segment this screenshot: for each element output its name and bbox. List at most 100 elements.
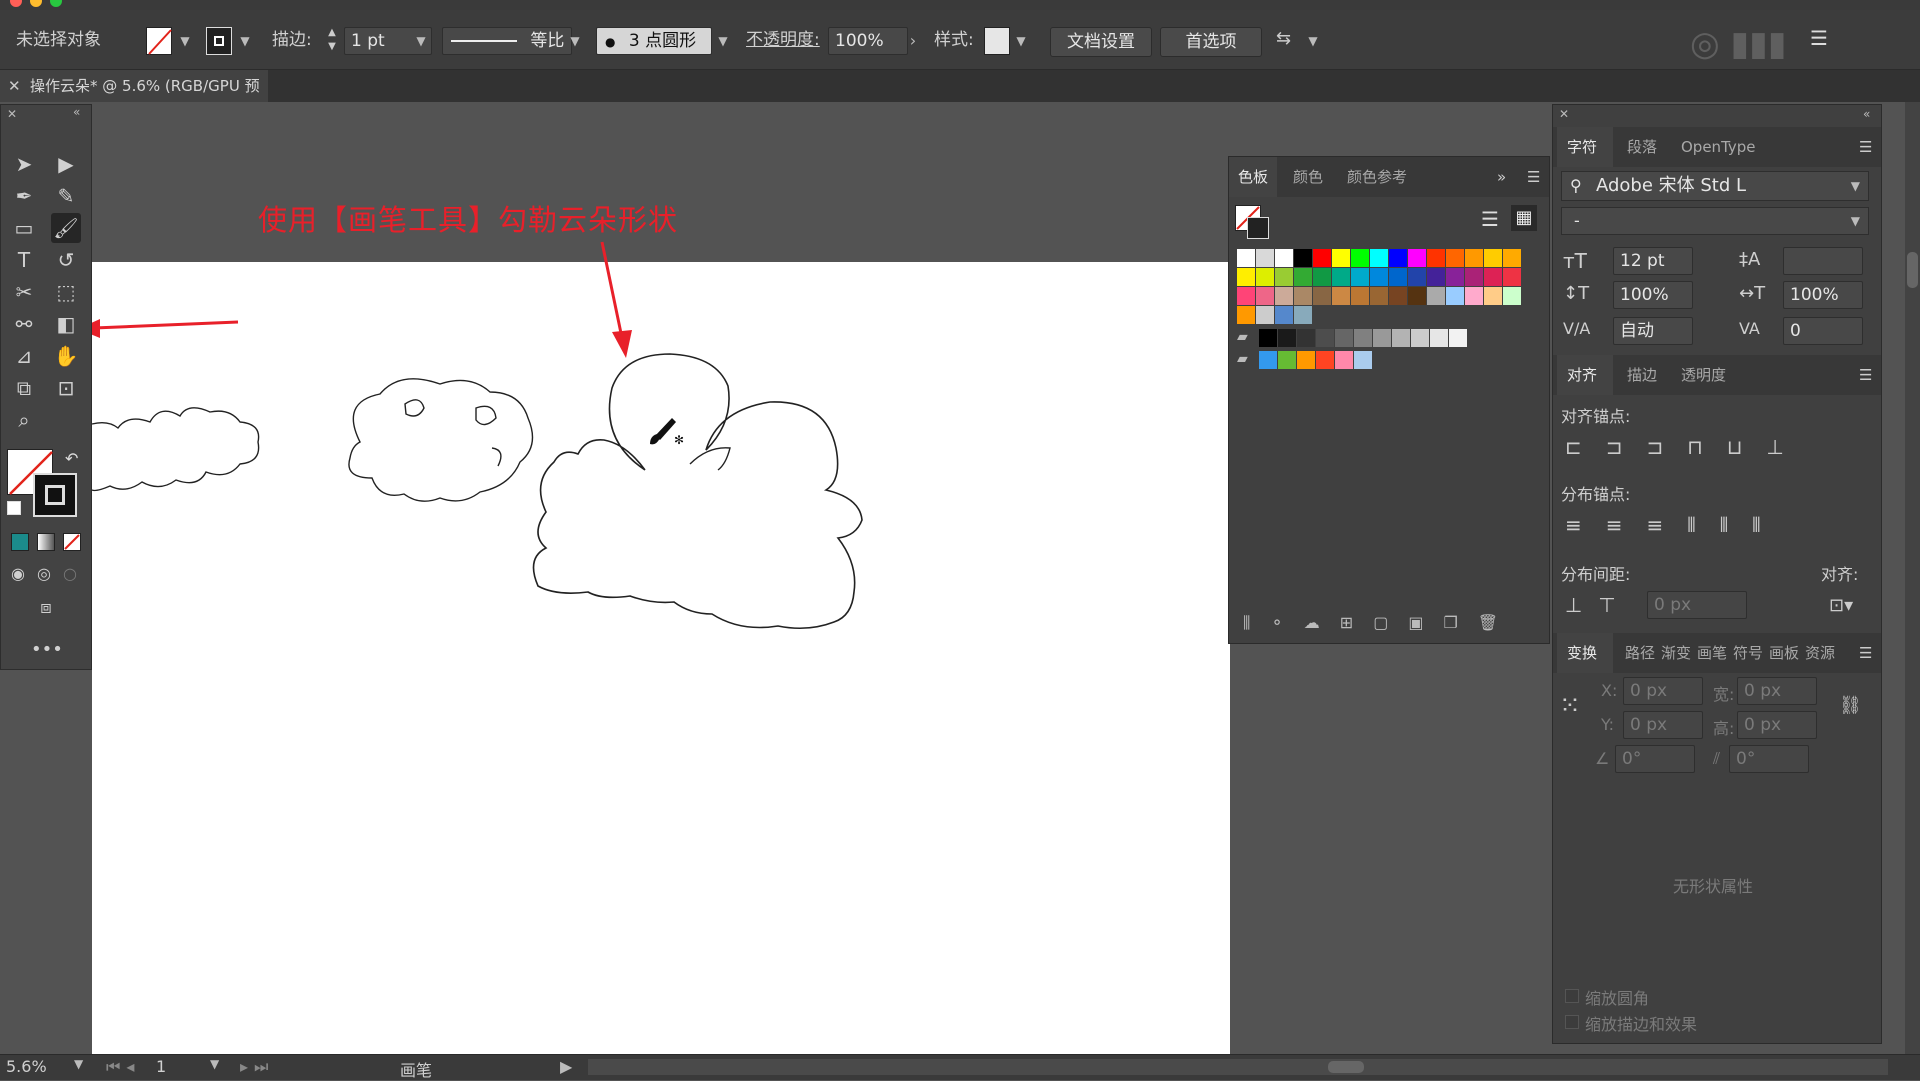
swatch[interactable] bbox=[1503, 249, 1521, 267]
swatch[interactable] bbox=[1294, 287, 1312, 305]
shear-input[interactable]: 0° bbox=[1729, 745, 1809, 773]
delete-swatch-icon[interactable]: 🗑 bbox=[1478, 613, 1518, 632]
tab-paragraph[interactable]: 段落 bbox=[1627, 127, 1657, 167]
swatch[interactable] bbox=[1389, 268, 1407, 286]
tab-color-guide[interactable]: 颜色参考 bbox=[1347, 157, 1407, 197]
align-vcenter-icon[interactable]: ⊔ bbox=[1727, 435, 1767, 459]
kerning-input[interactable]: 自动 bbox=[1613, 317, 1693, 345]
opacity-chevron-right-icon[interactable]: › bbox=[904, 27, 922, 55]
swatch[interactable] bbox=[1275, 306, 1293, 324]
swatch[interactable] bbox=[1427, 249, 1445, 267]
swatch[interactable] bbox=[1275, 249, 1293, 267]
swatch[interactable] bbox=[1294, 249, 1312, 267]
swatch-options-icon[interactable]: ⊞ bbox=[1340, 613, 1373, 632]
swatch[interactable] bbox=[1446, 249, 1464, 267]
list-view-icon[interactable]: ☰ bbox=[1481, 207, 1499, 231]
first-prev-artboard-icon[interactable]: ⏮◂ bbox=[106, 1057, 140, 1077]
eyedropper-tool-icon[interactable]: ⊿ bbox=[9, 341, 39, 371]
curvature-tool-icon[interactable]: ✎ bbox=[51, 181, 81, 211]
align-top-icon[interactable]: ⊓ bbox=[1687, 435, 1727, 459]
show-kinds-icon[interactable]: ⚬ bbox=[1270, 613, 1303, 632]
swatch[interactable] bbox=[1446, 268, 1464, 286]
horizontal-scale-input[interactable]: 100% bbox=[1783, 281, 1863, 309]
swatch[interactable] bbox=[1313, 287, 1331, 305]
document-setup-button[interactable]: 文档设置 bbox=[1050, 27, 1152, 57]
stroke-stepper-icon[interactable]: ▲ ▼ bbox=[324, 26, 340, 56]
swatch[interactable] bbox=[1332, 287, 1350, 305]
panel-menu-icon[interactable]: ☰ bbox=[1859, 355, 1872, 395]
swatch[interactable] bbox=[1389, 249, 1407, 267]
constrain-proportions-icon[interactable]: ⛓ bbox=[1839, 695, 1862, 716]
color-mode-icon[interactable] bbox=[11, 533, 29, 551]
swatch[interactable] bbox=[1256, 287, 1274, 305]
stroke-indicator[interactable] bbox=[33, 473, 77, 517]
swatch[interactable] bbox=[1278, 351, 1296, 369]
swatch[interactable] bbox=[1351, 268, 1369, 286]
draw-inside-icon[interactable]: ○ bbox=[55, 559, 85, 589]
zoom-level[interactable]: 5.6% bbox=[6, 1057, 47, 1076]
swatch[interactable] bbox=[1316, 351, 1334, 369]
stroke-dropdown-icon[interactable]: ▼ bbox=[236, 27, 254, 55]
distribute-hcenter-icon[interactable]: ⫴ bbox=[1720, 513, 1752, 537]
default-colors-icon[interactable] bbox=[7, 501, 21, 515]
expand-panel-icon[interactable]: » bbox=[1497, 157, 1506, 197]
swatch[interactable] bbox=[1237, 287, 1255, 305]
stroke-swatch-indicator[interactable] bbox=[1247, 217, 1269, 239]
swatch[interactable] bbox=[1351, 249, 1369, 267]
swatch[interactable] bbox=[1256, 249, 1274, 267]
swatch[interactable] bbox=[1294, 306, 1312, 324]
close-tab-icon[interactable]: ✕ bbox=[8, 70, 21, 102]
swatch[interactable] bbox=[1389, 287, 1407, 305]
none-mode-icon[interactable] bbox=[63, 533, 81, 551]
artboard-dropdown-icon[interactable]: ▼ bbox=[210, 1057, 219, 1071]
horizontal-spacing-icon[interactable]: ⊤ bbox=[1598, 593, 1631, 617]
scrollbar-thumb[interactable] bbox=[1328, 1061, 1364, 1073]
artboard-tool-icon[interactable]: ⊡ bbox=[51, 373, 81, 403]
swatch[interactable] bbox=[1484, 249, 1502, 267]
swatch[interactable] bbox=[1449, 329, 1467, 347]
swatch[interactable] bbox=[1484, 287, 1502, 305]
free-transform-tool-icon[interactable]: ⬚ bbox=[51, 277, 81, 307]
align-to-select-icon[interactable]: ⊡▾ bbox=[1829, 595, 1853, 616]
swatch[interactable] bbox=[1411, 329, 1429, 347]
swatch-library-icon[interactable]: ⫼ bbox=[1243, 613, 1270, 632]
opacity-input[interactable]: 100% bbox=[828, 27, 908, 55]
swatch[interactable] bbox=[1256, 306, 1274, 324]
type-tool-icon[interactable]: T bbox=[9, 245, 39, 275]
spacing-input[interactable]: 0 px bbox=[1647, 591, 1747, 619]
panel-menu-icon[interactable]: ☰ bbox=[1859, 127, 1872, 167]
swatch[interactable] bbox=[1408, 249, 1426, 267]
puppet-warp-tool-icon[interactable]: ✋ bbox=[51, 341, 81, 371]
grid-view-icon[interactable]: ▦ bbox=[1511, 205, 1537, 231]
opacity-label[interactable]: 不透明度: bbox=[746, 25, 820, 55]
width-input[interactable]: 0 px bbox=[1737, 677, 1817, 705]
zoom-tool-icon[interactable]: ⌕ bbox=[9, 405, 39, 435]
panel-menu-icon[interactable]: ☰ bbox=[1859, 633, 1872, 673]
swatch[interactable] bbox=[1427, 287, 1445, 305]
new-swatch-icon[interactable]: ❐ bbox=[1443, 613, 1477, 632]
pen-tool-icon[interactable]: ✒ bbox=[9, 181, 39, 211]
swatch[interactable] bbox=[1335, 329, 1353, 347]
swatch[interactable] bbox=[1237, 249, 1255, 267]
minimize-window-icon[interactable] bbox=[30, 0, 42, 7]
rectangle-tool-icon[interactable]: ▭ bbox=[9, 213, 39, 243]
distribute-top-icon[interactable]: ≡ bbox=[1565, 513, 1606, 537]
swatch[interactable] bbox=[1373, 329, 1391, 347]
shape-builder-tool-icon[interactable]: ⧉ bbox=[9, 373, 39, 403]
blend-tool-icon[interactable]: ⚯ bbox=[9, 309, 39, 339]
swatch[interactable] bbox=[1465, 287, 1483, 305]
screen-mode-icon[interactable]: ⧈ bbox=[31, 593, 61, 623]
y-input[interactable]: 0 px bbox=[1623, 711, 1703, 739]
collapse-dock-icon[interactable]: « bbox=[1863, 107, 1870, 121]
reference-point-icon[interactable]: ⁙ bbox=[1559, 691, 1581, 721]
tab-opentype[interactable]: OpenType bbox=[1681, 127, 1756, 167]
style-dropdown-icon[interactable]: ▼ bbox=[1012, 27, 1030, 55]
fill-dropdown-icon[interactable]: ▼ bbox=[176, 27, 194, 55]
tab-assets[interactable]: 资源 bbox=[1805, 633, 1835, 673]
paintbrush-tool-icon[interactable]: 🖌 bbox=[51, 213, 81, 243]
artboard-number[interactable]: 1 bbox=[156, 1057, 166, 1076]
swatch[interactable] bbox=[1316, 329, 1334, 347]
tracking-input[interactable]: 0 bbox=[1783, 317, 1863, 345]
close-window-icon[interactable] bbox=[10, 0, 22, 7]
swatch[interactable] bbox=[1370, 249, 1388, 267]
